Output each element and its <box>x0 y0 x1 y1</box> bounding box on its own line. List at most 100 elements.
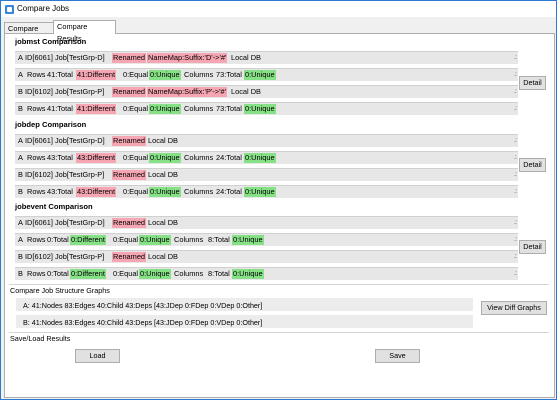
job-id-label: ID[6061] Job[TestGrp-D] <box>25 218 105 227</box>
resize-grip-icon: .:: <box>513 138 517 144</box>
rows-equal: 0:Equal <box>123 70 149 79</box>
rows-equal: 0:Equal <box>113 269 139 278</box>
namemap-badge: NameMap:Suffix:'D'->'#' <box>147 53 228 63</box>
rows-total: 0:Total <box>47 269 69 278</box>
db-label: Local DB <box>148 252 178 261</box>
columns-total: 8:Total <box>208 269 230 278</box>
row-prefix: A <box>18 70 23 79</box>
resize-grip-icon: .:: <box>513 271 517 277</box>
renamed-badge: Renamed <box>112 252 147 262</box>
row-prefix: B <box>18 87 23 96</box>
resize-grip-icon: .:: <box>513 237 517 243</box>
renamed-badge: Renamed <box>112 53 147 63</box>
rows-equal: 0:Equal <box>123 187 149 196</box>
rows-different: 41:Different <box>76 70 117 80</box>
job-id-label: ID[6102] Job[TestGrp-P] <box>25 170 105 179</box>
columns-label: Columns <box>174 269 204 278</box>
rows-total: 41:Total <box>47 104 73 113</box>
save-button[interactable]: Save <box>375 349 420 363</box>
rows-unique: 0:Unique <box>139 269 171 279</box>
jobdep-b-id-row: B ID[6102] Job[TestGrp-P] Renamed Local … <box>15 168 518 181</box>
saveload-group-title: Save/Load Results <box>10 334 71 343</box>
jobevent-a-id-row: A ID[6061] Job[TestGrp-D] Renamed Local … <box>15 216 518 229</box>
resize-grip-icon: .:: <box>513 155 517 161</box>
tab-compare-results[interactable]: Compare Results <box>53 20 116 43</box>
graph-a-summary: A: 41:Nodes 83:Edges 40:Child 43:Deps [4… <box>23 301 263 310</box>
rows-label: Rows <box>27 104 46 113</box>
jobmst-a-rows-row: A Rows 41:Total 41:Different 0:Equal 0:U… <box>15 68 518 81</box>
rows-unique: 0:Unique <box>149 153 181 163</box>
resize-grip-icon: .:: <box>513 220 517 226</box>
columns-label: Columns <box>184 104 214 113</box>
job-id-label: ID[6061] Job[TestGrp-D] <box>25 53 105 62</box>
resize-grip-icon: .:: <box>513 172 517 178</box>
jobevent-detail-button[interactable]: Detail <box>519 240 546 254</box>
columns-unique: 0:Unique <box>232 269 264 279</box>
renamed-badge: Renamed <box>112 136 147 146</box>
jobdep-a-rows-row: A Rows 43:Total 43:Different 0:Equal 0:U… <box>15 151 518 164</box>
jobmst-b-id-row: B ID[6102] Job[TestGrp-P] Renamed NameMa… <box>15 85 518 98</box>
db-label: Local DB <box>148 170 178 179</box>
columns-unique: 0:Unique <box>244 104 276 114</box>
jobdep-b-rows-row: B Rows 43:Total 43:Different 0:Equal 0:U… <box>15 185 518 198</box>
rows-total: 43:Total <box>47 187 73 196</box>
rows-different: 41:Different <box>76 104 117 114</box>
section-divider <box>9 332 549 333</box>
jobdep-detail-button[interactable]: Detail <box>519 158 546 172</box>
section-title-jobdep: jobdep Comparison <box>15 120 87 129</box>
row-prefix: A <box>18 153 23 162</box>
namemap-badge: NameMap:Suffix:'P'->'#' <box>147 87 228 97</box>
renamed-badge: Renamed <box>112 218 147 228</box>
compare-results-panel: jobmst Comparison A ID[6061] Job[TestGrp… <box>4 33 555 398</box>
resize-grip-icon: .:: <box>513 189 517 195</box>
rows-different: 0:Different <box>70 235 106 245</box>
renamed-badge: Renamed <box>112 170 147 180</box>
columns-unique: 0:Unique <box>232 235 264 245</box>
job-id-label: ID[6061] Job[TestGrp-D] <box>25 136 105 145</box>
job-id-label: ID[6102] Job[TestGrp-P] <box>25 87 105 96</box>
jobevent-a-rows-row: A Rows 0:Total 0:Different 0:Equal 0:Uni… <box>15 233 518 246</box>
rows-different: 43:Different <box>76 187 117 197</box>
section-title-jobevent: jobevent Comparison <box>15 202 93 211</box>
row-prefix: B <box>18 170 23 179</box>
graphs-group-title: Compare Job Structure Graphs <box>10 286 110 295</box>
row-prefix: A <box>18 53 23 62</box>
rows-total: 41:Total <box>47 70 73 79</box>
row-prefix: B <box>18 187 23 196</box>
row-prefix: A <box>18 235 23 244</box>
section-divider <box>9 284 549 285</box>
columns-total: 24:Total <box>216 153 242 162</box>
rows-total: 0:Total <box>47 235 69 244</box>
rows-label: Rows <box>27 269 46 278</box>
columns-label: Columns <box>184 70 214 79</box>
resize-grip-icon: .:: <box>513 106 517 112</box>
jobmst-detail-button[interactable]: Detail <box>519 76 546 90</box>
view-diff-graphs-button[interactable]: View Diff Graphs <box>481 301 547 315</box>
columns-label: Columns <box>174 235 204 244</box>
columns-total: 73:Total <box>216 104 242 113</box>
row-prefix: A <box>18 136 23 145</box>
jobevent-b-rows-row: B Rows 0:Total 0:Different 0:Equal 0:Uni… <box>15 267 518 280</box>
row-prefix: B <box>18 269 23 278</box>
db-label: Local DB <box>148 136 178 145</box>
rows-total: 43:Total <box>47 153 73 162</box>
columns-unique: 0:Unique <box>244 70 276 80</box>
columns-total: 8:Total <box>208 235 230 244</box>
rows-different: 43:Different <box>76 153 117 163</box>
resize-grip-icon: .:: <box>513 254 517 260</box>
rows-equal: 0:Equal <box>123 153 149 162</box>
rows-equal: 0:Equal <box>123 104 149 113</box>
resize-grip-icon: .:: <box>513 72 517 78</box>
columns-total: 24:Total <box>216 187 242 196</box>
resize-grip-icon: .:: <box>513 89 517 95</box>
db-label: Local DB <box>231 53 261 62</box>
rows-label: Rows <box>27 235 46 244</box>
resize-grip-icon: .:: <box>513 55 517 61</box>
graph-b-summary-box: B: 41:Nodes 83:Edges 40:Child 43:Deps [4… <box>16 315 473 328</box>
rows-label: Rows <box>27 153 46 162</box>
graph-a-summary-box: A: 41:Nodes 83:Edges 40:Child 43:Deps [4… <box>16 298 473 311</box>
rows-unique: 0:Unique <box>149 104 181 114</box>
columns-label: Columns <box>184 187 214 196</box>
load-button[interactable]: Load <box>75 349 120 363</box>
row-prefix: B <box>18 104 23 113</box>
